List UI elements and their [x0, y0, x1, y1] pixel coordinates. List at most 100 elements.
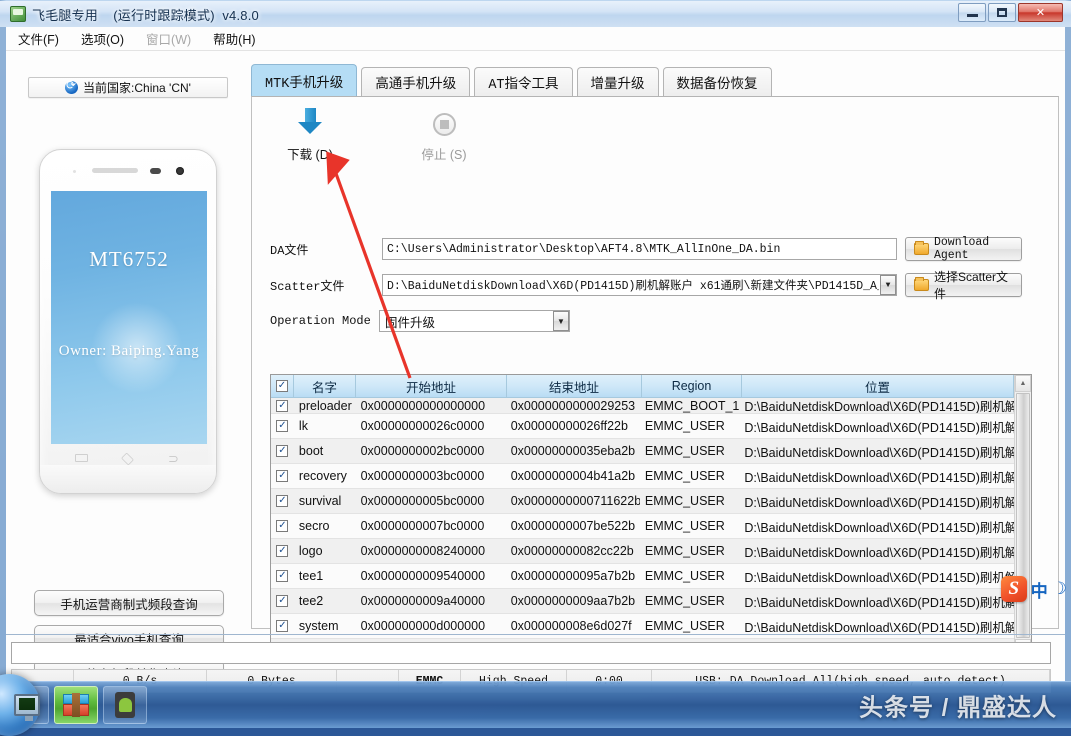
tab-mtk-upgrade[interactable]: MTK手机升级 [251, 64, 357, 97]
row-checkbox-cell[interactable]: ✓ [271, 539, 294, 563]
title-version: v4.8.0 [222, 8, 259, 23]
chevron-down-icon[interactable]: ▼ [880, 275, 896, 295]
table-row[interactable]: ✓logo0x00000000082400000x00000000082cc22… [271, 539, 1031, 564]
location-cell: D:\BaiduNetdiskDownload\X6D(PD1415D)刷机解.… [739, 398, 1031, 413]
left-panel: 当前国家:China 'CN' MT6752 Owner: Baiping.Ya… [6, 51, 246, 682]
table-row[interactable]: ✓boot0x0000000002bc00000x00000000035eba2… [271, 439, 1031, 464]
taskbar-item-android-device[interactable] [103, 686, 147, 724]
ime-mode-label[interactable]: 中 [1031, 577, 1048, 602]
location-cell: D:\BaiduNetdiskDownload\X6D(PD1415D)刷机解.… [739, 539, 1031, 563]
row-checkbox[interactable]: ✓ [276, 595, 288, 607]
row-checkbox[interactable]: ✓ [276, 570, 288, 582]
download-arrow-icon [272, 107, 348, 141]
menu-item-window: 窗口(W) [146, 29, 191, 48]
table-row[interactable]: ✓lk0x00000000026c00000x00000000026ff22bE… [271, 414, 1031, 439]
column-header-end[interactable]: 结束地址 [507, 375, 642, 397]
end-address-cell: 0x0000000007be522b [506, 514, 640, 538]
system-monitor-icon [14, 694, 40, 716]
close-button[interactable]: ✕ [1018, 3, 1063, 22]
partition-name-cell: secro [294, 514, 356, 538]
select-scatter-file-button[interactable]: 选择Scatter文件 [905, 273, 1022, 297]
light-sensor-icon [150, 168, 161, 174]
location-cell: D:\BaiduNetdiskDownload\X6D(PD1415D)刷机解.… [739, 514, 1031, 538]
row-checkbox-cell[interactable]: ✓ [271, 564, 294, 588]
region-cell: EMMC_USER [640, 414, 739, 438]
table-header-row: ✓ 名字 开始地址 结束地址 Region 位置 [271, 375, 1031, 398]
tab-at-command-tool[interactable]: AT指令工具 [474, 67, 572, 97]
table-row[interactable]: ✓secro0x0000000007bc00000x0000000007be52… [271, 514, 1031, 539]
table-row[interactable]: ✓preloader0x00000000000000000x0000000000… [271, 398, 1031, 414]
scroll-up-arrow[interactable]: ▲ [1015, 375, 1031, 392]
operation-mode-select[interactable]: 固件升级 ▼ [379, 310, 570, 332]
menu-item-help[interactable]: 帮助(H) [213, 29, 255, 48]
phone-chin [40, 465, 216, 493]
table-row[interactable]: ✓recovery0x0000000003bc00000x0000000004b… [271, 464, 1031, 489]
carrier-band-query-button[interactable]: 手机运营商制式频段查询 [34, 590, 224, 616]
row-checkbox[interactable]: ✓ [276, 445, 288, 457]
download-agent-button[interactable]: Download Agent [905, 237, 1022, 261]
da-file-input[interactable]: C:\Users\Administrator\Desktop\AFT4.8\MT… [382, 238, 897, 260]
current-country-indicator: 当前国家:China 'CN' [28, 77, 228, 98]
tab-data-backup-restore[interactable]: 数据备份恢复 [663, 67, 772, 97]
menu-item-file[interactable]: 文件(F) [18, 29, 59, 48]
taskbar-item-winrar[interactable] [54, 686, 98, 724]
row-checkbox[interactable]: ✓ [276, 520, 288, 532]
row-checkbox-cell[interactable]: ✓ [271, 439, 294, 463]
row-checkbox[interactable]: ✓ [276, 400, 288, 412]
chevron-down-icon[interactable]: ▼ [553, 311, 569, 331]
column-header-start[interactable]: 开始地址 [356, 375, 507, 397]
row-checkbox[interactable]: ✓ [276, 420, 288, 432]
location-cell: D:\BaiduNetdiskDownload\X6D(PD1415D)刷机解.… [739, 564, 1031, 588]
row-checkbox-cell[interactable]: ✓ [271, 464, 294, 488]
column-header-location[interactable]: 位置 [742, 375, 1014, 397]
row-checkbox-cell[interactable]: ✓ [271, 414, 294, 438]
region-cell: EMMC_USER [640, 489, 739, 513]
table-row[interactable]: ✓tee10x00000000095400000x00000000095a7b2… [271, 564, 1031, 589]
sogou-logo-icon[interactable]: S [1001, 576, 1027, 602]
da-file-row: DA文件 C:\Users\Administrator\Desktop\AFT4… [270, 237, 1040, 261]
sogou-ime-indicator[interactable]: S 中 ☽ [1001, 572, 1067, 606]
row-checkbox-cell[interactable]: ✓ [271, 589, 294, 613]
maximize-button[interactable] [988, 3, 1016, 22]
table-body: ✓preloader0x00000000000000000x0000000000… [271, 398, 1031, 656]
row-checkbox-cell[interactable]: ✓ [271, 514, 294, 538]
scatter-file-combo[interactable]: D:\BaiduNetdiskDownload\X6D(PD1415D)刷机解账… [382, 274, 897, 296]
download-button[interactable]: 下载 (D) [272, 107, 348, 163]
region-cell: EMMC_USER [640, 589, 739, 613]
table-row[interactable]: ✓tee20x0000000009a400000x0000000009aa7b2… [271, 589, 1031, 614]
phone-screen: MT6752 Owner: Baiping.Yang [51, 191, 207, 444]
scatter-file-label: Scatter文件 [270, 277, 382, 294]
partition-name-cell: recovery [294, 464, 356, 488]
end-address-cell: 0x0000000000711622b [506, 489, 640, 513]
stop-button[interactable]: 停止 (S) [406, 107, 482, 163]
column-header-region[interactable]: Region [642, 375, 742, 397]
table-row[interactable]: ✓system0x000000000d0000000x000000008e6d0… [271, 614, 1031, 639]
winrar-icon [63, 692, 89, 718]
row-checkbox-cell[interactable]: ✓ [271, 398, 294, 413]
window-titlebar[interactable]: 飞毛腿专用 (运行时跟踪模式) v4.8.0 ✕ [0, 1, 1071, 27]
end-address-cell: 0x00000000026ff22b [506, 414, 640, 438]
region-cell: EMMC_USER [640, 439, 739, 463]
region-cell: EMMC_BOOT_1 [640, 398, 739, 413]
table-row[interactable]: ✓survival0x0000000005bc00000x00000000007… [271, 489, 1031, 514]
table-vertical-scrollbar[interactable]: ▲ ▼ [1014, 375, 1031, 656]
row-checkbox-cell[interactable]: ✓ [271, 489, 294, 513]
proximity-sensor-icon [73, 170, 76, 173]
android-device-icon [115, 692, 135, 718]
select-all-header[interactable]: ✓ [271, 375, 294, 397]
tab-qualcomm-upgrade[interactable]: 高通手机升级 [361, 67, 470, 97]
column-header-name[interactable]: 名字 [294, 375, 356, 397]
desktop-background: 飞毛腿专用 (运行时跟踪模式) v4.8.0 ✕ 文件(F) 选项(O) 窗口(… [0, 0, 1071, 728]
row-checkbox[interactable]: ✓ [276, 620, 288, 632]
progress-bar [11, 642, 1051, 664]
menu-item-options[interactable]: 选项(O) [81, 29, 124, 48]
tab-incremental-upgrade[interactable]: 增量升级 [577, 67, 659, 97]
row-checkbox[interactable]: ✓ [276, 470, 288, 482]
select-scatter-label: 选择Scatter文件 [934, 268, 1013, 302]
end-address-cell: 0x00000000095a7b2b [506, 564, 640, 588]
minimize-button[interactable] [958, 3, 986, 22]
select-all-checkbox[interactable]: ✓ [276, 380, 288, 392]
row-checkbox[interactable]: ✓ [276, 495, 288, 507]
row-checkbox[interactable]: ✓ [276, 545, 288, 557]
moon-icon[interactable]: ☽ [1052, 579, 1067, 599]
